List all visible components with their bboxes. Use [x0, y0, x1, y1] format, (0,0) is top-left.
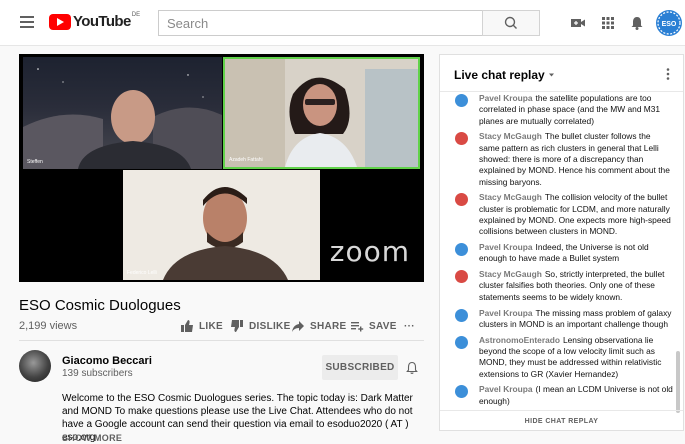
chat-author-avatar[interactable] — [455, 243, 468, 257]
apps-icon[interactable] — [598, 13, 618, 33]
dislike-button[interactable]: DISLIKE — [230, 318, 291, 334]
chat-author-avatar[interactable] — [455, 132, 468, 146]
chat-author-name[interactable]: AstronomoEnterado — [479, 335, 560, 345]
search-icon — [504, 16, 517, 29]
subscribed-button[interactable]: SUBSCRIBED — [322, 355, 398, 380]
search-input[interactable]: Search — [158, 10, 482, 36]
divider — [19, 340, 424, 341]
region-code: DE — [131, 12, 141, 18]
video-player[interactable]: Steffen Azadeh Fattahi Federico Lelli zo… — [19, 54, 424, 282]
participant-name: Azadeh Fattahi — [229, 157, 263, 163]
chat-message: Stacy McGaugh The bullet cluster follows … — [440, 131, 683, 187]
participant-name: Federico Lelli — [127, 270, 157, 276]
dislike-label: DISLIKE — [249, 320, 291, 332]
search-button[interactable] — [482, 10, 540, 36]
share-button[interactable]: SHARE — [291, 318, 347, 334]
top-bar: YouTube DE Search ESO — [0, 0, 685, 46]
participant-tile: Steffen — [23, 57, 222, 169]
participant-tile-active-speaker: Azadeh Fattahi — [223, 57, 420, 169]
notification-bell-icon[interactable] — [405, 361, 419, 380]
live-chat-panel: Live chat replay Pavel Kroupa the satelli… — [439, 54, 684, 431]
chat-author-avatar[interactable] — [455, 308, 468, 322]
create-video-icon[interactable] — [568, 13, 588, 33]
logo-text: YouTube — [73, 13, 131, 30]
menu-icon[interactable] — [20, 16, 34, 28]
video-title: ESO Cosmic Duologues — [19, 297, 181, 314]
share-icon — [292, 321, 304, 332]
chat-mode-dropdown[interactable]: Live chat replay — [454, 68, 557, 82]
chat-author-name[interactable]: Pavel Kroupa — [479, 242, 533, 252]
notifications-icon[interactable] — [627, 13, 647, 33]
channel-avatar[interactable] — [19, 350, 51, 382]
thumbs-up-icon — [181, 320, 193, 332]
save-button[interactable]: SAVE — [350, 318, 397, 334]
thumbs-down-icon — [231, 320, 243, 332]
chat-message: Stacy McGaugh So, strictly interpreted, t… — [440, 269, 683, 303]
chat-title: Live chat replay — [454, 68, 545, 82]
channel-name[interactable]: Giacomo Beccari — [62, 355, 152, 367]
chat-author-name[interactable]: Stacy McGaugh — [479, 131, 542, 141]
account-avatar[interactable]: ESO — [656, 10, 682, 36]
chat-header: Live chat replay — [440, 55, 683, 92]
chat-message: Stacy McGaugh The collision velocity of t… — [440, 192, 683, 237]
like-button[interactable]: LIKE — [180, 318, 223, 334]
chat-message: Pavel Kroupa The missing mass problem of … — [440, 308, 683, 331]
chat-message: Pavel Kroupa Indeed, the Universe is not … — [440, 242, 683, 265]
chat-author-avatar[interactable] — [455, 94, 468, 107]
chat-author-name[interactable]: Pavel Kroupa — [479, 93, 533, 103]
chat-author-avatar[interactable] — [455, 270, 468, 284]
chat-message: Pavel Kroupa the satellite populations ar… — [440, 93, 683, 127]
chat-author-avatar[interactable] — [455, 335, 468, 349]
chat-author-name[interactable]: Pavel Kroupa — [479, 308, 533, 318]
show-more-button[interactable]: SHOW MORE — [62, 433, 122, 443]
chat-message-list[interactable]: Pavel Kroupa the satellite populations ar… — [440, 93, 683, 409]
chat-message: Pavel Kroupa (I mean an LCDM Universe is … — [440, 384, 683, 407]
chat-author-name[interactable]: Stacy McGaugh — [479, 192, 542, 202]
youtube-logo[interactable]: YouTube DE — [49, 12, 141, 32]
participant-video — [23, 68, 222, 169]
share-label: SHARE — [310, 320, 347, 332]
zoom-watermark: zoom — [329, 235, 410, 268]
participant-video — [225, 59, 418, 167]
save-label: SAVE — [369, 320, 397, 332]
chat-more-options-icon[interactable] — [665, 67, 671, 86]
participant-name: Steffen — [27, 159, 43, 165]
hide-chat-replay-button[interactable]: HIDE CHAT REPLAY — [440, 410, 683, 431]
participant-video — [123, 170, 320, 280]
participant-tile: Federico Lelli — [123, 170, 320, 280]
chat-author-name[interactable]: Stacy McGaugh — [479, 269, 542, 279]
playlist-add-icon — [351, 322, 364, 332]
chat-author-avatar[interactable] — [455, 193, 468, 207]
view-count: 2,199 views — [19, 320, 78, 332]
chat-scrollbar[interactable] — [676, 351, 680, 413]
more-actions-button[interactable]: ··· — [404, 318, 415, 334]
chat-message: AstronomoEnterado Lensing observationa li… — [440, 335, 683, 380]
chat-author-avatar[interactable] — [455, 385, 468, 399]
avatar-text: ESO — [662, 21, 677, 28]
more-actions-icon: ··· — [404, 320, 415, 332]
chevron-down-icon — [548, 73, 554, 77]
youtube-play-icon — [49, 14, 71, 30]
subscriber-count: 139 subscribers — [62, 368, 133, 379]
chat-author-name[interactable]: Pavel Kroupa — [479, 384, 533, 394]
like-label: LIKE — [199, 320, 223, 332]
